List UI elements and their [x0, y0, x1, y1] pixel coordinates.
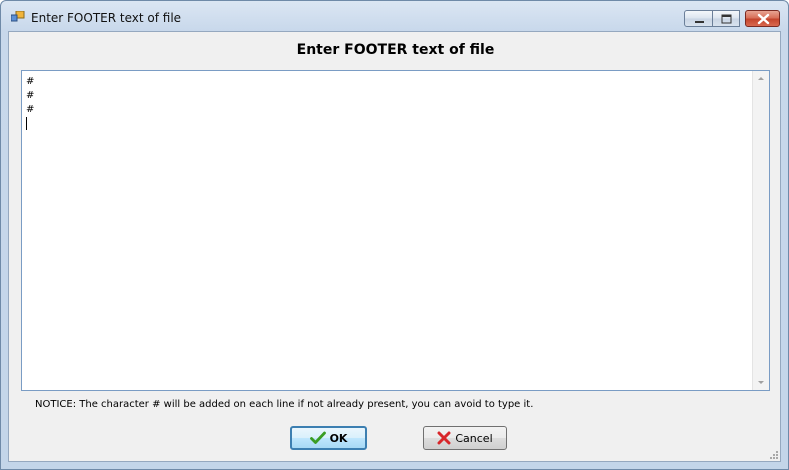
cancel-button-label: Cancel — [455, 431, 493, 445]
vertical-scrollbar[interactable] — [752, 71, 769, 390]
window-title: Enter FOOTER text of file — [31, 11, 182, 25]
dialog-client-area: Enter FOOTER text of file # # # NOTICE: … — [8, 31, 781, 462]
close-button[interactable] — [745, 10, 780, 27]
cancel-button[interactable]: Cancel — [423, 426, 507, 450]
title-bar[interactable]: Enter FOOTER text of file — [1, 1, 788, 31]
text-caret — [26, 117, 27, 130]
text-line: # — [26, 104, 35, 115]
maximize-button[interactable] — [713, 10, 740, 27]
minimize-icon — [695, 21, 704, 23]
dialog-window: Enter FOOTER text of file Enter FOOTER t… — [0, 0, 789, 470]
minimize-button[interactable] — [684, 10, 713, 27]
notice-text: NOTICE: The character # will be added on… — [35, 399, 534, 410]
ok-button-label: OK — [329, 431, 348, 445]
dialog-heading: Enter FOOTER text of file — [296, 42, 495, 58]
x-cross-icon — [437, 431, 451, 445]
app-window-icon[interactable] — [11, 11, 25, 23]
footer-text-area[interactable]: # # # — [21, 70, 770, 391]
close-icon — [757, 13, 770, 25]
scroll-down-arrow-icon[interactable] — [753, 374, 769, 390]
text-line: # — [26, 90, 35, 101]
text-line: # — [26, 76, 35, 87]
ok-button[interactable]: OK — [290, 426, 367, 450]
footer-text-content[interactable]: # # # — [26, 75, 746, 117]
scroll-up-arrow-icon[interactable] — [753, 71, 769, 87]
maximize-icon — [721, 14, 732, 24]
resize-grip-icon[interactable] — [769, 450, 779, 460]
checkmark-icon — [309, 431, 326, 444]
